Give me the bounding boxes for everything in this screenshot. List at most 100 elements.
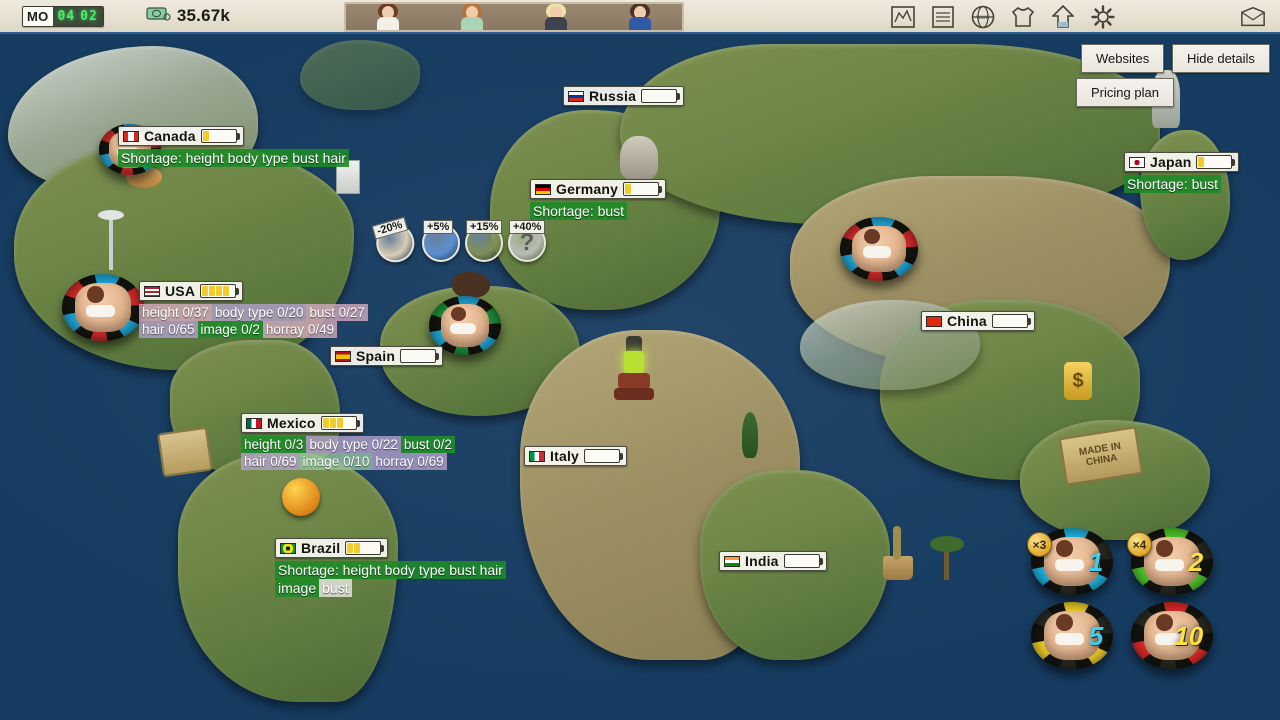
bonus-card-minus20[interactable]: -20% (371, 217, 420, 266)
country-detail-rows: Shortage: height body type bust hairimag… (275, 561, 506, 597)
country-russia[interactable]: Russia (563, 86, 684, 107)
country-header[interactable]: Spain (330, 346, 443, 366)
chip-5[interactable]: 5 (1031, 602, 1113, 669)
country-header[interactable]: Italy (524, 446, 627, 466)
shortage-text: Shortage: height body type bust hair (275, 561, 506, 579)
country-header[interactable]: Japan (1124, 152, 1239, 172)
mail-icon[interactable] (1240, 4, 1266, 30)
prop-lighthouse (610, 336, 658, 410)
chip-2[interactable]: 2×4 (1131, 528, 1213, 595)
country-germany[interactable]: Germany Shortage: bust (530, 179, 666, 220)
country-japan[interactable]: Japan Shortage: bust (1124, 152, 1239, 193)
chip-model-art (852, 226, 905, 272)
shortage-row: Shortage: bust (530, 202, 627, 220)
country-canada[interactable]: CanadaShortage: height body type bust ha… (118, 126, 349, 167)
portrait-4[interactable] (620, 2, 660, 30)
country-header[interactable]: China (921, 311, 1035, 331)
country-spain[interactable]: Spain (330, 346, 443, 367)
websites-button[interactable]: Websites (1081, 44, 1164, 73)
money-display: 35.67k (146, 5, 230, 28)
game-screen: MADE INCHINA $ MO 04 02 (0, 0, 1280, 720)
japan-flag (1129, 157, 1145, 168)
gear-icon[interactable] (1090, 4, 1116, 30)
country-popularity-bar (641, 89, 677, 103)
model-portrait-strip[interactable] (344, 2, 684, 32)
country-name: China (947, 313, 987, 329)
portrait-2[interactable] (452, 2, 492, 30)
tshirt-icon[interactable] (1010, 4, 1036, 30)
country-usa[interactable]: USAheight 0/37body type 0/20bust 0/27hai… (139, 281, 368, 338)
country-header[interactable]: Brazil (275, 538, 388, 558)
bonus-percent-label: +15% (466, 220, 502, 234)
country-header[interactable]: India (719, 551, 827, 571)
prop-space-needle (96, 200, 126, 270)
country-india[interactable]: India (719, 551, 827, 572)
clock-hour: 04 (58, 9, 76, 24)
game-clock[interactable]: MO 04 02 (22, 6, 104, 27)
portrait-dress (629, 17, 651, 31)
shortage-row: Shortage: bust (1124, 175, 1221, 193)
country-header[interactable]: Russia (563, 86, 684, 106)
ledger-icon[interactable] (930, 4, 956, 30)
spain-flag (335, 351, 351, 362)
stat-item: body type 0/20 (212, 304, 307, 321)
chip-10[interactable]: 10 (1131, 602, 1213, 669)
shortage-text: Shortage: bust (530, 202, 627, 220)
bonus-card-plus15[interactable]: +15% (465, 222, 505, 262)
prop-gold-dollar: $ (1064, 362, 1092, 400)
token-usa[interactable] (62, 274, 144, 341)
shortage-row: Shortage: height body type bust hair (275, 561, 506, 579)
stat-item: horray 0/69 (372, 453, 446, 470)
usa-flag (144, 286, 160, 297)
pricing-plan-button[interactable]: Pricing plan (1076, 78, 1174, 107)
bonus-card-plus5[interactable]: +5% (422, 222, 462, 262)
prop-palm-trees (928, 528, 968, 580)
country-popularity-bar (623, 182, 659, 196)
chip-model-art (441, 304, 490, 347)
country-popularity-bar (321, 416, 357, 430)
chip-number: 5 (1089, 621, 1103, 652)
bonus-percent-label: +5% (423, 220, 453, 234)
money-amount: 35.67k (177, 6, 230, 26)
portrait-3[interactable] (536, 2, 576, 30)
country-popularity-bar (201, 129, 237, 143)
stat-row: hair 0/69image 0/10horray 0/69 (241, 453, 447, 470)
germany-flag (535, 184, 551, 195)
stat-item: hair 0/65 (139, 321, 198, 338)
shortage-row: imagebust (275, 579, 352, 597)
country-china[interactable]: China (921, 311, 1035, 332)
chip-1[interactable]: 1×3 (1031, 528, 1113, 595)
country-italy[interactable]: Italy (524, 446, 627, 467)
svg-text:www: www (976, 15, 991, 21)
country-header[interactable]: Germany (530, 179, 666, 199)
bonus-percent-label: +40% (509, 220, 545, 234)
chip-multiplier: ×4 (1127, 532, 1152, 557)
portrait-dress (545, 17, 567, 31)
map-icon[interactable] (890, 4, 916, 30)
upgrade-arrow-icon[interactable] (1050, 4, 1076, 30)
bonus-card-plus40[interactable]: ?+40% (508, 222, 548, 262)
country-popularity-bar (345, 541, 381, 555)
stat-item: horray 0/49 (263, 321, 337, 338)
country-header[interactable]: Mexico (241, 413, 364, 433)
country-name: USA (165, 283, 195, 299)
country-popularity-bar (992, 314, 1028, 328)
chip-number: 10 (1174, 621, 1203, 652)
chip-multiplier: ×3 (1027, 532, 1052, 557)
stat-item: bust 0/27 (306, 304, 368, 321)
prop-stone-head (620, 136, 658, 180)
portrait-dress (461, 17, 483, 31)
hide-details-button[interactable]: Hide details (1172, 44, 1270, 73)
www-globe-icon[interactable]: www (970, 4, 996, 30)
portrait-1[interactable] (368, 2, 408, 30)
country-mexico[interactable]: Mexicoheight 0/3body type 0/22bust 0/2ha… (241, 413, 455, 470)
country-header[interactable]: USA (139, 281, 243, 301)
landmass-greenland (300, 40, 420, 110)
country-header[interactable]: Canada (118, 126, 244, 146)
country-name: Brazil (301, 540, 340, 556)
token-japan[interactable] (840, 217, 918, 281)
country-brazil[interactable]: Brazil Shortage: height body type bust ha… (275, 538, 506, 597)
country-name: Japan (1150, 154, 1191, 170)
country-popularity-bar (200, 284, 236, 298)
bonus-cards[interactable]: -20%+5%+15%?+40% (376, 222, 551, 262)
